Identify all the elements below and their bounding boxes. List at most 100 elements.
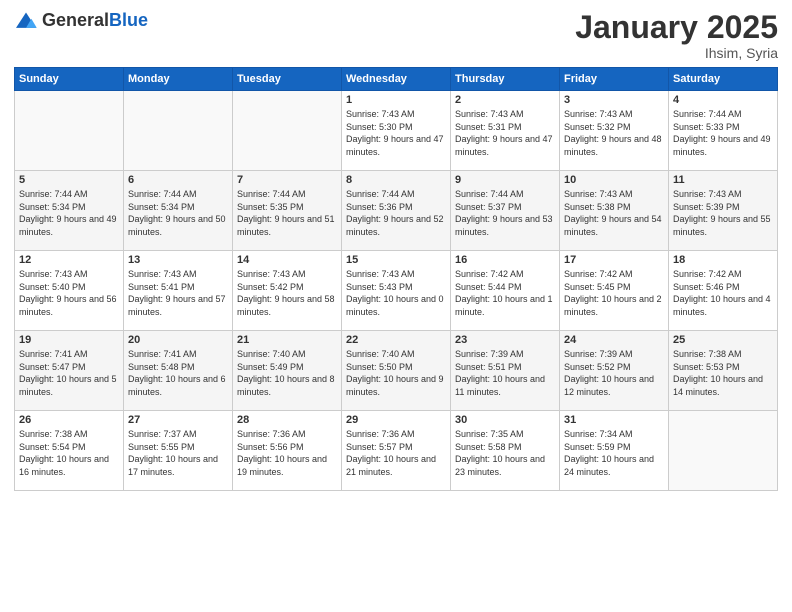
calendar-week-4: 19 Sunrise: 7:41 AM Sunset: 5:47 PM Dayli… — [15, 331, 778, 411]
day-info: Sunrise: 7:44 AM Sunset: 5:34 PM Dayligh… — [19, 188, 119, 238]
day-number: 6 — [128, 174, 228, 186]
calendar-cell: 24 Sunrise: 7:39 AM Sunset: 5:52 PM Dayli… — [560, 331, 669, 411]
day-info: Sunrise: 7:44 AM Sunset: 5:36 PM Dayligh… — [346, 188, 446, 238]
calendar-cell: 4 Sunrise: 7:44 AM Sunset: 5:33 PM Daylig… — [669, 91, 778, 171]
day-number: 29 — [346, 414, 446, 426]
day-info: Sunrise: 7:37 AM Sunset: 5:55 PM Dayligh… — [128, 428, 228, 478]
day-number: 22 — [346, 334, 446, 346]
day-info: Sunrise: 7:44 AM Sunset: 5:33 PM Dayligh… — [673, 108, 773, 158]
day-info: Sunrise: 7:43 AM Sunset: 5:38 PM Dayligh… — [564, 188, 664, 238]
day-info: Sunrise: 7:43 AM Sunset: 5:42 PM Dayligh… — [237, 268, 337, 318]
col-thursday: Thursday — [451, 68, 560, 91]
title-block: January 2025 Ihsim, Syria — [575, 10, 778, 61]
day-number: 21 — [237, 334, 337, 346]
calendar-cell: 6Sunrise: 7:44 AM Sunset: 5:34 PM Daylig… — [124, 171, 233, 251]
day-info: Sunrise: 7:43 AM Sunset: 5:40 PM Dayligh… — [19, 268, 119, 318]
calendar-cell: 11 Sunrise: 7:43 AM Sunset: 5:39 PM Dayli… — [669, 171, 778, 251]
day-info: Sunrise: 7:36 AM Sunset: 5:57 PM Dayligh… — [346, 428, 446, 478]
day-number: 10 — [564, 174, 664, 186]
calendar-cell — [15, 91, 124, 171]
day-number: 13 — [128, 254, 228, 266]
day-number: 31 — [564, 414, 664, 426]
day-number: 24 — [564, 334, 664, 346]
calendar-cell: 10 Sunrise: 7:43 AM Sunset: 5:38 PM Dayli… — [560, 171, 669, 251]
calendar-cell: 14 Sunrise: 7:43 AM Sunset: 5:42 PM Dayli… — [233, 251, 342, 331]
col-monday: Monday — [124, 68, 233, 91]
col-tuesday: Tuesday — [233, 68, 342, 91]
title-location: Ihsim, Syria — [575, 45, 778, 61]
calendar-cell: 1 Sunrise: 7:43 AM Sunset: 5:30 PM Daylig… — [342, 91, 451, 171]
calendar-cell: 9 Sunrise: 7:44 AM Sunset: 5:37 PM Daylig… — [451, 171, 560, 251]
calendar-cell: 31Sunrise: 7:34 AM Sunset: 5:59 PM Dayli… — [560, 411, 669, 491]
day-number: 12 — [19, 254, 119, 266]
day-info: Sunrise: 7:40 AM Sunset: 5:50 PM Dayligh… — [346, 348, 446, 398]
day-info: Sunrise: 7:38 AM Sunset: 5:53 PM Dayligh… — [673, 348, 773, 398]
day-number: 30 — [455, 414, 555, 426]
calendar-cell: 27 Sunrise: 7:37 AM Sunset: 5:55 PM Dayli… — [124, 411, 233, 491]
calendar-cell: 17Sunrise: 7:42 AM Sunset: 5:45 PM Dayli… — [560, 251, 669, 331]
day-info: Sunrise: 7:43 AM Sunset: 5:30 PM Dayligh… — [346, 108, 446, 158]
day-number: 1 — [346, 94, 446, 106]
day-number: 20 — [128, 334, 228, 346]
calendar-cell: 18Sunrise: 7:42 AM Sunset: 5:46 PM Dayli… — [669, 251, 778, 331]
day-number: 26 — [19, 414, 119, 426]
day-info: Sunrise: 7:42 AM Sunset: 5:45 PM Dayligh… — [564, 268, 664, 318]
logo: GeneralBlue — [14, 10, 148, 31]
day-number: 8 — [346, 174, 446, 186]
day-info: Sunrise: 7:43 AM Sunset: 5:39 PM Dayligh… — [673, 188, 773, 238]
day-info: Sunrise: 7:44 AM Sunset: 5:35 PM Dayligh… — [237, 188, 337, 238]
header: GeneralBlue January 2025 Ihsim, Syria — [14, 10, 778, 61]
day-info: Sunrise: 7:42 AM Sunset: 5:46 PM Dayligh… — [673, 268, 773, 318]
logo-icon — [14, 11, 38, 31]
logo-blue: Blue — [109, 10, 148, 30]
day-number: 3 — [564, 94, 664, 106]
day-info: Sunrise: 7:43 AM Sunset: 5:32 PM Dayligh… — [564, 108, 664, 158]
calendar-cell: 30 Sunrise: 7:35 AM Sunset: 5:58 PM Dayli… — [451, 411, 560, 491]
calendar-cell — [124, 91, 233, 171]
logo-general: General — [42, 10, 109, 30]
page-container: GeneralBlue January 2025 Ihsim, Syria Su… — [0, 0, 792, 499]
day-info: Sunrise: 7:41 AM Sunset: 5:47 PM Dayligh… — [19, 348, 119, 398]
calendar-cell: 12 Sunrise: 7:43 AM Sunset: 5:40 PM Dayli… — [15, 251, 124, 331]
day-info: Sunrise: 7:36 AM Sunset: 5:56 PM Dayligh… — [237, 428, 337, 478]
day-info: Sunrise: 7:41 AM Sunset: 5:48 PM Dayligh… — [128, 348, 228, 398]
day-info: Sunrise: 7:35 AM Sunset: 5:58 PM Dayligh… — [455, 428, 555, 478]
day-number: 28 — [237, 414, 337, 426]
day-number: 9 — [455, 174, 555, 186]
calendar-cell: 7Sunrise: 7:44 AM Sunset: 5:35 PM Daylig… — [233, 171, 342, 251]
day-number: 14 — [237, 254, 337, 266]
col-saturday: Saturday — [669, 68, 778, 91]
calendar-table: Sunday Monday Tuesday Wednesday Thursday… — [14, 67, 778, 491]
calendar-cell: 2 Sunrise: 7:43 AM Sunset: 5:31 PM Daylig… — [451, 91, 560, 171]
day-number: 23 — [455, 334, 555, 346]
calendar-cell: 16Sunrise: 7:42 AM Sunset: 5:44 PM Dayli… — [451, 251, 560, 331]
calendar-cell: 13Sunrise: 7:43 AM Sunset: 5:41 PM Dayli… — [124, 251, 233, 331]
calendar-cell: 19 Sunrise: 7:41 AM Sunset: 5:47 PM Dayli… — [15, 331, 124, 411]
calendar-cell: 8 Sunrise: 7:44 AM Sunset: 5:36 PM Daylig… — [342, 171, 451, 251]
day-number: 11 — [673, 174, 773, 186]
calendar-cell — [669, 411, 778, 491]
calendar-cell: 28 Sunrise: 7:36 AM Sunset: 5:56 PM Dayli… — [233, 411, 342, 491]
day-number: 2 — [455, 94, 555, 106]
col-sunday: Sunday — [15, 68, 124, 91]
day-info: Sunrise: 7:44 AM Sunset: 5:37 PM Dayligh… — [455, 188, 555, 238]
day-info: Sunrise: 7:43 AM Sunset: 5:31 PM Dayligh… — [455, 108, 555, 158]
day-info: Sunrise: 7:38 AM Sunset: 5:54 PM Dayligh… — [19, 428, 119, 478]
day-number: 4 — [673, 94, 773, 106]
calendar-week-3: 12 Sunrise: 7:43 AM Sunset: 5:40 PM Dayli… — [15, 251, 778, 331]
calendar-cell: 15Sunrise: 7:43 AM Sunset: 5:43 PM Dayli… — [342, 251, 451, 331]
calendar-header-row: Sunday Monday Tuesday Wednesday Thursday… — [15, 68, 778, 91]
day-info: Sunrise: 7:39 AM Sunset: 5:51 PM Dayligh… — [455, 348, 555, 398]
day-info: Sunrise: 7:39 AM Sunset: 5:52 PM Dayligh… — [564, 348, 664, 398]
day-number: 25 — [673, 334, 773, 346]
day-number: 19 — [19, 334, 119, 346]
calendar-cell: 29 Sunrise: 7:36 AM Sunset: 5:57 PM Dayli… — [342, 411, 451, 491]
calendar-cell: 20 Sunrise: 7:41 AM Sunset: 5:48 PM Dayli… — [124, 331, 233, 411]
col-wednesday: Wednesday — [342, 68, 451, 91]
day-number: 27 — [128, 414, 228, 426]
calendar-week-2: 5Sunrise: 7:44 AM Sunset: 5:34 PM Daylig… — [15, 171, 778, 251]
calendar-cell: 26 Sunrise: 7:38 AM Sunset: 5:54 PM Dayli… — [15, 411, 124, 491]
calendar-week-1: 1 Sunrise: 7:43 AM Sunset: 5:30 PM Daylig… — [15, 91, 778, 171]
calendar-week-5: 26 Sunrise: 7:38 AM Sunset: 5:54 PM Dayli… — [15, 411, 778, 491]
day-number: 15 — [346, 254, 446, 266]
